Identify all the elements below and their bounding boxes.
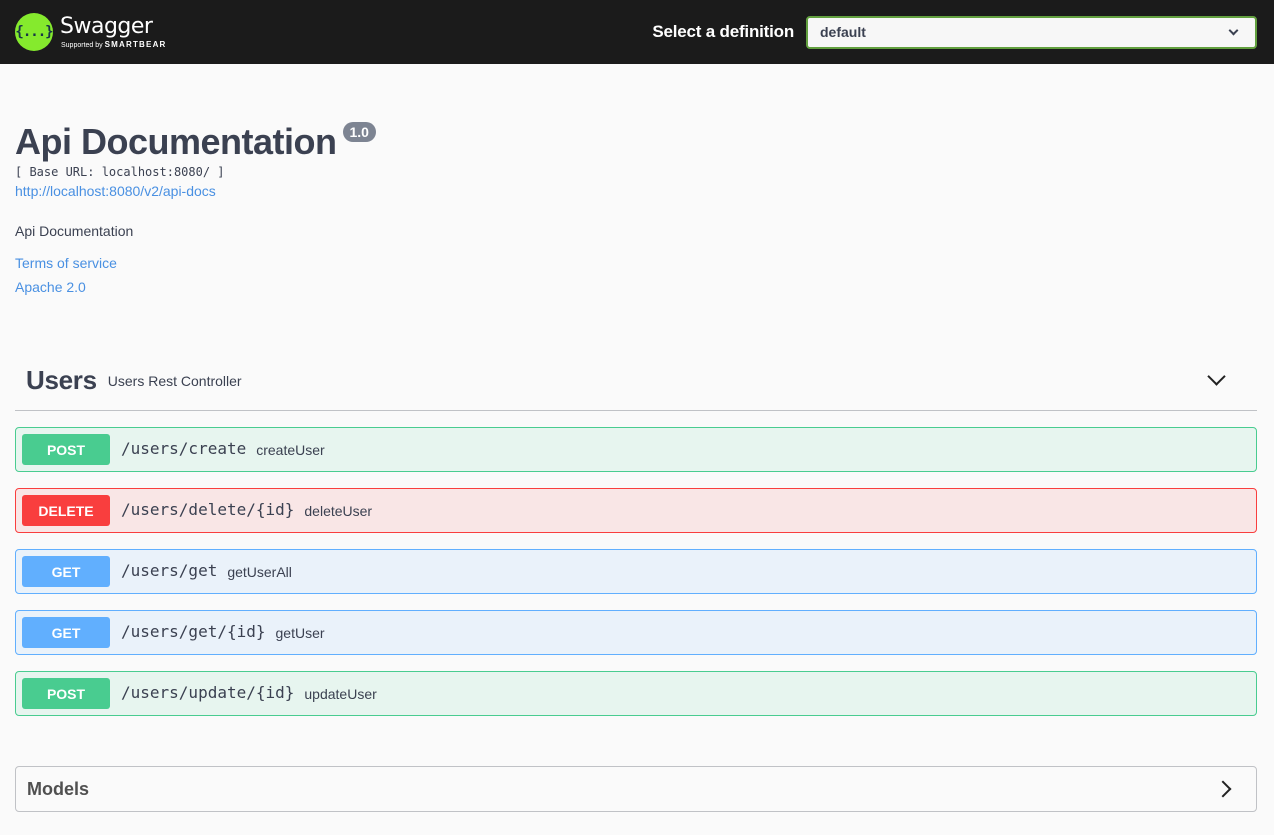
operation-path: /users/create bbox=[121, 438, 247, 458]
method-badge: DELETE bbox=[22, 495, 110, 526]
logo-subtitle: Supported by SMARTBEAR bbox=[61, 40, 167, 49]
swagger-logo-icon: {...} bbox=[15, 13, 54, 51]
definition-select[interactable]: default bbox=[806, 15, 1257, 49]
version-badge: 1.0 bbox=[342, 122, 376, 142]
select-definition-label: Select a definition bbox=[652, 22, 794, 41]
operation-path: /users/get/{id} bbox=[121, 621, 266, 641]
chevron-down-icon[interactable] bbox=[1207, 367, 1226, 386]
method-badge: POST bbox=[22, 678, 110, 709]
swagger-logo[interactable]: {...} Swagger Supported by SMARTBEAR bbox=[15, 13, 167, 51]
terms-of-service-link[interactable]: Terms of service bbox=[15, 255, 1259, 271]
api-info: Api Documentation 1.0 [ Base URL: localh… bbox=[0, 64, 1274, 295]
api-description: Api Documentation bbox=[15, 223, 134, 239]
base-url: [ Base URL: localhost:8080/ ] bbox=[15, 165, 225, 179]
operation-path: /users/update/{id} bbox=[121, 682, 295, 702]
tag-description: Users Rest Controller bbox=[107, 372, 242, 389]
logo-name: Swagger bbox=[60, 14, 153, 39]
operation-get-users-get[interactable]: GET /users/get getUserAll bbox=[15, 549, 1257, 594]
definition-select-value: default bbox=[820, 24, 866, 40]
operation-summary: updateUser bbox=[304, 685, 377, 702]
logo-sub-prefix: Supported by bbox=[61, 42, 103, 49]
operation-path: /users/get bbox=[121, 560, 218, 580]
operation-summary: getUser bbox=[275, 624, 325, 641]
chevron-down-icon bbox=[1228, 25, 1239, 35]
tag-section-users: Users Users Rest Controller POST /users/… bbox=[15, 351, 1257, 716]
license-link[interactable]: Apache 2.0 bbox=[15, 279, 1259, 295]
operation-get-users-get-id[interactable]: GET /users/get/{id} getUser bbox=[15, 610, 1257, 655]
tag-name: Users bbox=[26, 365, 97, 395]
models-title: Models bbox=[27, 778, 90, 799]
operation-summary: createUser bbox=[256, 441, 325, 458]
method-badge: POST bbox=[22, 434, 110, 465]
tag-header-users[interactable]: Users Users Rest Controller bbox=[15, 351, 1257, 411]
operation-post-users-update-id[interactable]: POST /users/update/{id} updateUser bbox=[15, 671, 1257, 716]
operation-summary: deleteUser bbox=[304, 502, 373, 519]
method-badge: GET bbox=[22, 556, 110, 587]
models-section[interactable]: Models bbox=[15, 766, 1257, 812]
operation-post-users-create[interactable]: POST /users/create createUser bbox=[15, 427, 1257, 472]
operation-delete-users-delete-id[interactable]: DELETE /users/delete/{id} deleteUser bbox=[15, 488, 1257, 533]
logo-text: Swagger Supported by SMARTBEAR bbox=[60, 14, 167, 50]
topbar: {...} Swagger Supported by SMARTBEAR Sel… bbox=[0, 0, 1274, 64]
operation-summary: getUserAll bbox=[227, 563, 292, 580]
operation-path: /users/delete/{id} bbox=[121, 499, 295, 519]
method-badge: GET bbox=[22, 617, 110, 648]
api-docs-link[interactable]: http://localhost:8080/v2/api-docs bbox=[15, 183, 1259, 199]
page-title: Api Documentation bbox=[15, 121, 337, 162]
chevron-right-icon[interactable] bbox=[1214, 780, 1232, 798]
logo-sub-brand: SMARTBEAR bbox=[104, 40, 167, 49]
